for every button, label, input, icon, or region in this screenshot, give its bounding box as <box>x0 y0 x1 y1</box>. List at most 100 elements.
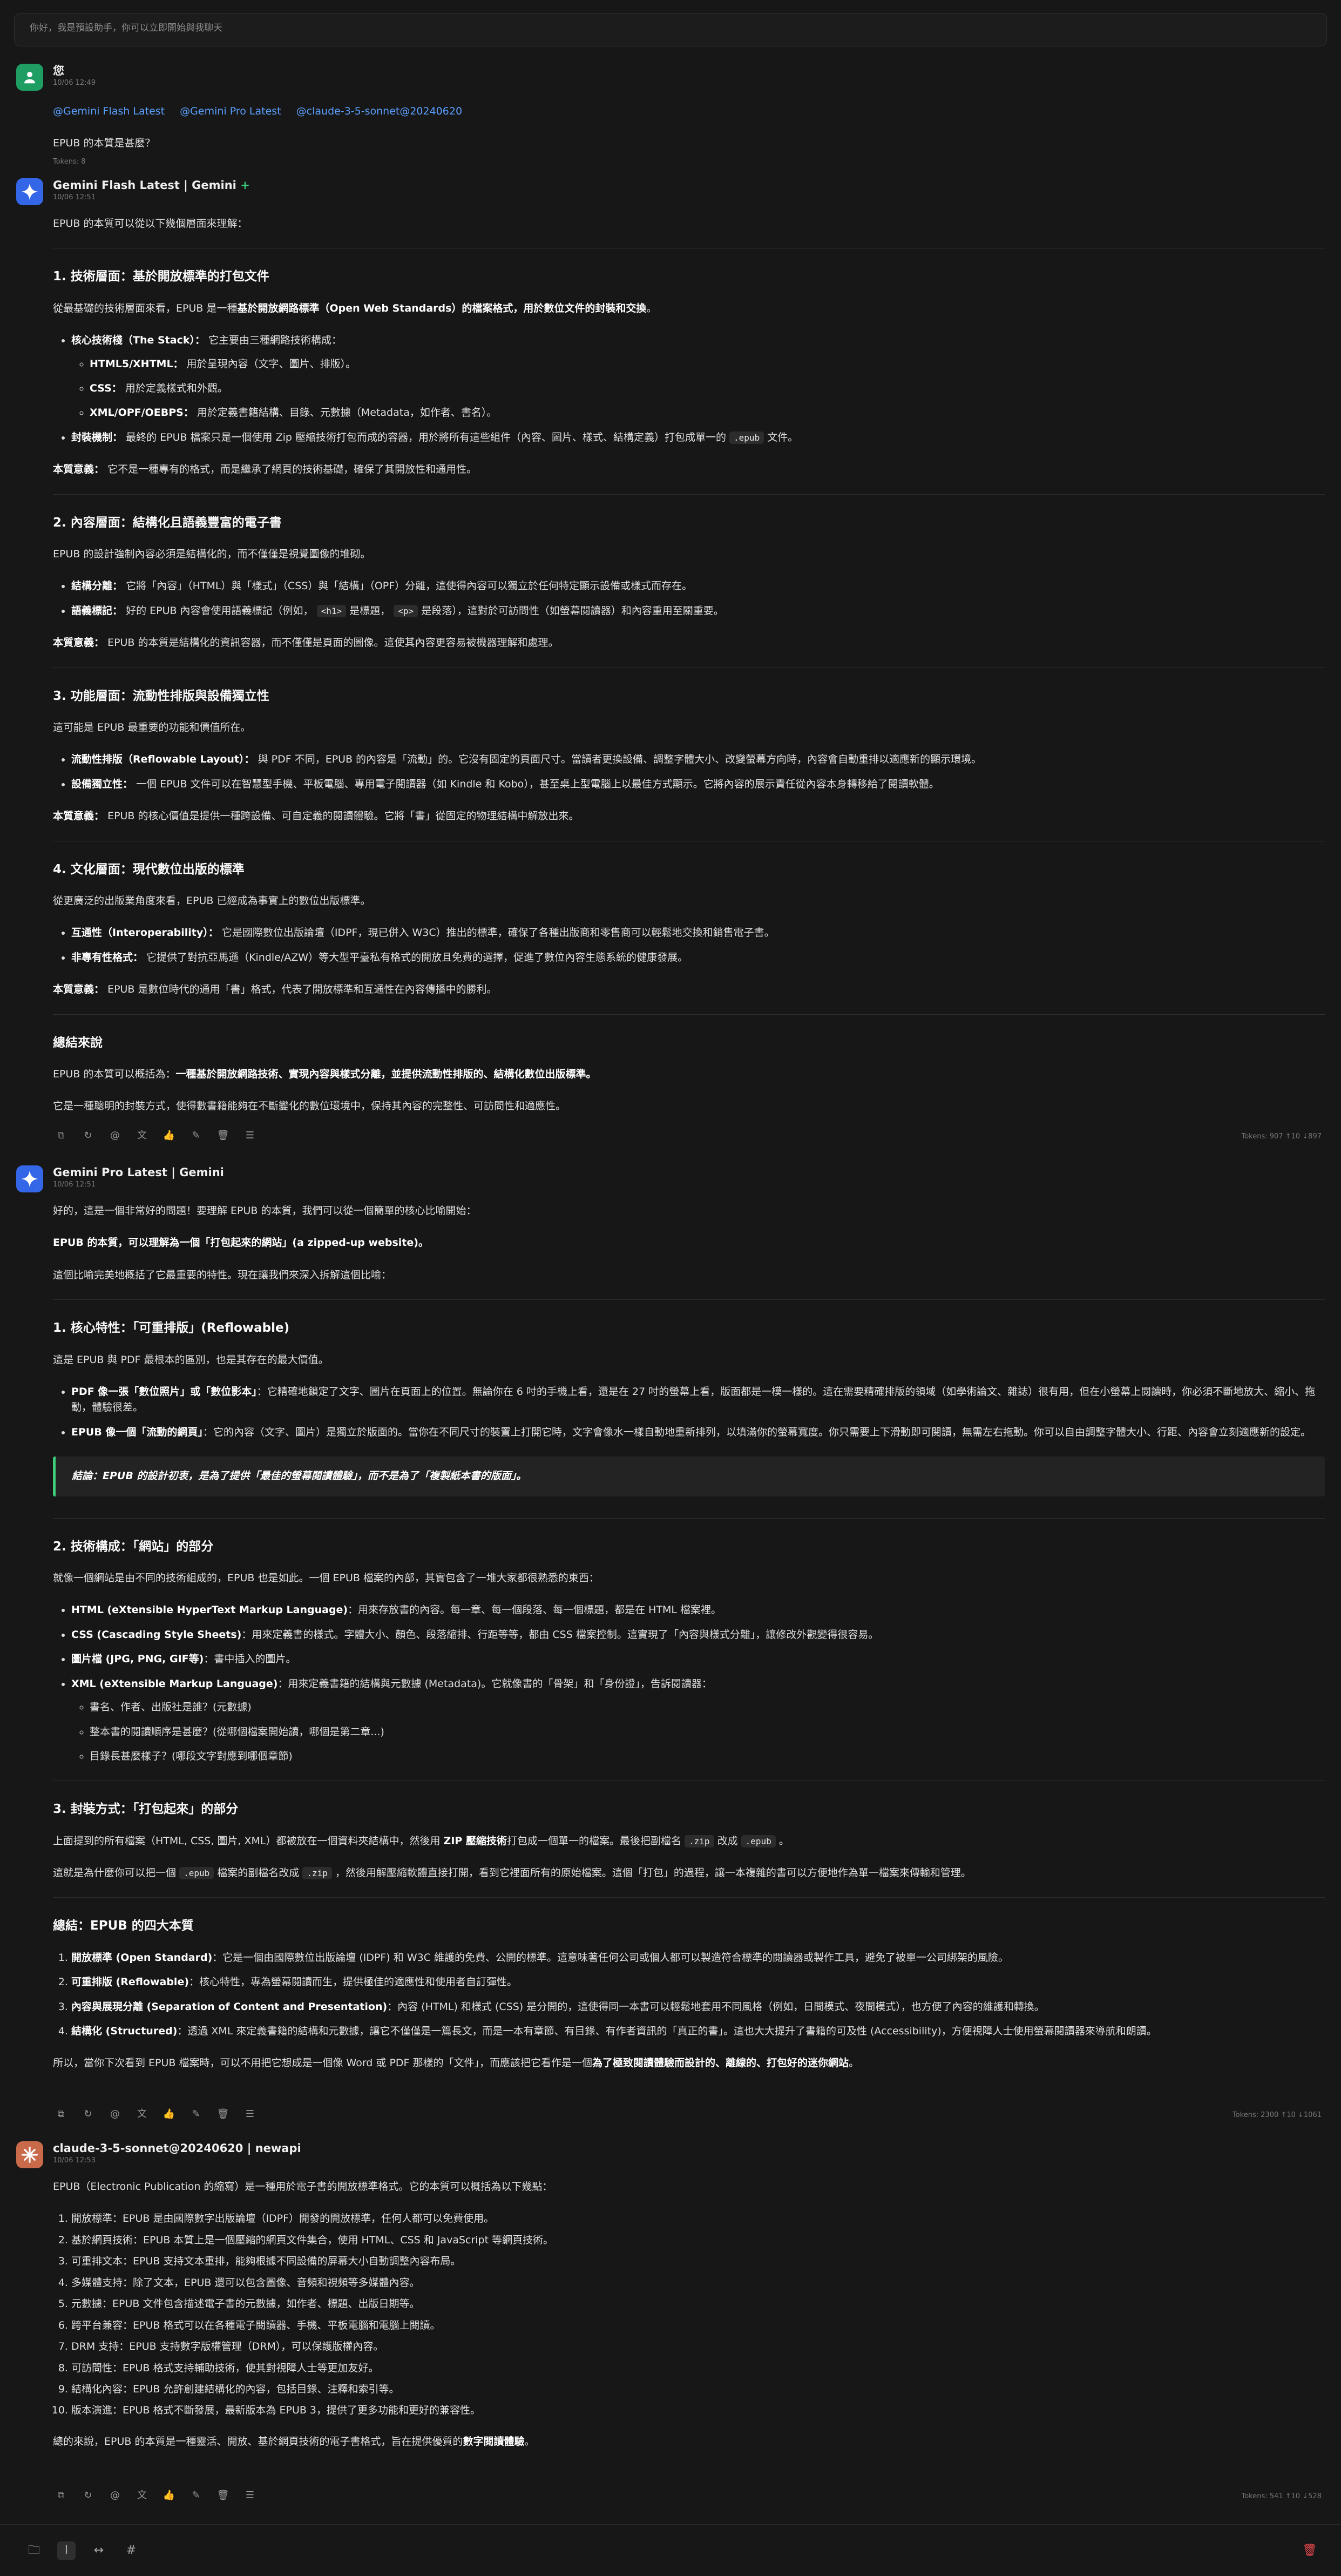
inline-code: .zip <box>685 1835 714 1847</box>
conclusion: 本質意義： EPUB 是數位時代的通用「書」格式，代表了開放標準和互通性在內容傳… <box>53 983 497 996</box>
paragraph: 總的來說，EPUB 的本質是一種靈活、開放、基於網頁技術的電子書格式，旨在提供優… <box>53 2435 535 2447</box>
token-count: Tokens: 2300 ↑10 ↓1061 <box>1232 2111 1322 2119</box>
copy-icon[interactable]: ⧉ <box>53 1128 69 1144</box>
translate-icon[interactable]: 文 <box>134 2487 150 2504</box>
text-cursor-icon[interactable]: I <box>57 2541 76 2560</box>
sender-name: claude-3-5-sonnet@20240620 | newapi <box>53 2142 301 2155</box>
paragraph: EPUB 的設計強制內容必須是結構化的，而不僅僅是視覺圖像的堆砌。 <box>53 548 371 560</box>
sender-name: Gemini Pro Latest | Gemini <box>53 1166 224 1179</box>
section-heading: 1. 核心特性：「可重排版」(Reflowable) <box>53 1321 290 1336</box>
paragraph: EPUB（Electronic Publication 的縮寫）是一種用於電子書… <box>53 2181 553 2193</box>
list-item: 可訪問性：EPUB 格式支持輔助技術，使其對視障人士等更加友好。 <box>71 2361 1325 2376</box>
gemini-avatar <box>16 1165 43 1192</box>
regenerate-icon[interactable]: ↻ <box>80 2487 96 2504</box>
thumbs-up-icon[interactable]: 👍 <box>161 2106 177 2122</box>
inline-code: .epub <box>729 431 764 444</box>
list-item: XML (eXtensible Markup Language)：用來定義書籍的… <box>71 1676 1325 1765</box>
mention-claude[interactable]: @claude-3-5-sonnet@20240620 <box>296 105 462 117</box>
section-heading: 4. 文化層面：現代數位出版的標準 <box>53 862 245 876</box>
bullet-list: HTML (eXtensible HyperText Markup Langua… <box>71 1602 1325 1764</box>
thumbs-up-icon[interactable]: 👍 <box>161 2487 177 2504</box>
pro-action-bar: ⧉ ↻ @ 文 👍 ✎ 🗑 ☰ <box>53 2106 258 2122</box>
conclusion: 本質意義： EPUB 的核心價值是提供一種跨設備、可自定義的閱讀體驗。它將「書」… <box>53 810 579 822</box>
intro-text: EPUB 的本質可以從以下幾個層面來理解： <box>53 218 248 230</box>
timestamp: 10/06 12:51 <box>53 1181 96 1189</box>
paragraph: 這就是為什麼你可以把一個 .epub 檔案的副檔名改成 .zip ，然後用解壓縮… <box>53 1867 971 1879</box>
inline-code: .zip <box>302 1867 332 1879</box>
list-item: 圖片檔 (JPG, PNG, GIF等)：書中插入的圖片。 <box>71 1651 1325 1667</box>
bullet-list: 互通性（Interoperability）： 它是國際數位出版論壇（IDPF，現… <box>71 925 1325 966</box>
list-item: HTML (eXtensible HyperText Markup Langua… <box>71 1602 1325 1618</box>
copy-icon[interactable]: ⧉ <box>53 2106 69 2122</box>
more-menu-icon[interactable]: ☰ <box>242 2487 258 2504</box>
bullet-list: PDF 像一張「數位照片」或「數位影本」：它精確地鎖定了文字、圖片在頁面上的位置… <box>71 1384 1325 1440</box>
list-item: 結構化內容：EPUB 允許創建結構化的內容，包括目錄、注釋和索引等。 <box>71 2382 1325 2397</box>
mention-pro[interactable]: @Gemini Pro Latest <box>180 105 281 117</box>
more-menu-icon[interactable]: ☰ <box>242 2106 258 2122</box>
mention-icon[interactable]: @ <box>107 2487 123 2504</box>
translate-icon[interactable]: 文 <box>134 2106 150 2122</box>
section-heading: 2. 內容層面：結構化且語義豐富的電子書 <box>53 515 282 530</box>
translate-icon[interactable]: 文 <box>134 1128 150 1144</box>
plus-icon: + <box>240 179 250 192</box>
hash-icon[interactable]: # <box>122 2541 140 2560</box>
list-item: 版本演進：EPUB 格式不斷發展，最新版本為 EPUB 3，提供了更多功能和更好… <box>71 2403 1325 2418</box>
list-item: 多媒體支持：除了文本，EPUB 還可以包含圖像、音頻和視頻等多媒體內容。 <box>71 2275 1325 2291</box>
paragraph: 好的，這是一個非常好的問題！要理解 EPUB 的本質，我們可以從一個簡單的核心比… <box>53 1205 477 1217</box>
bullet-list: 流動性排版（Reflowable Layout）： 與 PDF 不同，EPUB … <box>71 752 1325 792</box>
list-item: 整本書的閱讀順序是甚麼？(從哪個檔案開始讀，哪個是第二章...) <box>90 1724 1325 1740</box>
bullet-list: 核心技術棧（The Stack）： 它主要由三種網路技術構成： HTML5/XH… <box>71 333 1325 446</box>
bullet-list: 結構分離： 它將「內容」（HTML）與「樣式」（CSS）與「結構」（OPF）分離… <box>71 578 1325 619</box>
list-item: 基於網頁技術：EPUB 本質上是一個壓縮的網頁文件集合，使用 HTML、CSS … <box>71 2233 1325 2248</box>
edit-icon[interactable]: ✎ <box>188 2487 204 2504</box>
more-menu-icon[interactable]: ☰ <box>242 1128 258 1144</box>
paragraph: 這可能是 EPUB 最重要的功能和價值所在。 <box>53 721 251 733</box>
paragraph: 從更廣泛的出版業角度來看，EPUB 已經成為事實上的數位出版標準。 <box>53 894 371 907</box>
folder-icon[interactable]: 🗀 <box>25 2541 43 2560</box>
mention-icon[interactable]: @ <box>107 2106 123 2122</box>
list-item: DRM 支持：EPUB 支持數字版權管理（DRM），可以保護版權內容。 <box>71 2339 1325 2355</box>
claude-avatar <box>16 2141 43 2168</box>
gemini-avatar <box>16 178 43 205</box>
paragraph: 從最基礎的技術層面來看，EPUB 是一種基於開放網路標準（Open Web St… <box>53 302 657 314</box>
paragraph: EPUB 的本質，可以理解為一個「打包起來的網站」(a zipped-up we… <box>53 1237 429 1249</box>
bottom-toolbar: 🗀 I ↔ # 🗑 <box>0 2524 1341 2576</box>
regenerate-icon[interactable]: ↻ <box>80 1128 96 1144</box>
chat-input-tip[interactable]: 你好，我是預設助手，你可以立即開始與我聊天 <box>14 13 1327 46</box>
blockquote: 結論：EPUB 的設計初衷，是為了提供「最佳的螢幕閱讀體驗」，而不是為了「複製紙… <box>53 1456 1325 1496</box>
regenerate-icon[interactable]: ↻ <box>80 2106 96 2122</box>
inline-code: <h1> <box>316 604 347 617</box>
divider <box>53 1299 1325 1300</box>
delete-icon[interactable]: 🗑 <box>215 1128 231 1144</box>
token-count: Tokens: 907 ↑10 ↓897 <box>1241 1132 1322 1141</box>
numbered-list: 開放標準 (Open Standard)：它是一個由國際數位出版論壇 (IDPF… <box>71 1950 1325 2040</box>
mention-flash[interactable]: @Gemini Flash Latest <box>53 105 165 117</box>
token-count: Tokens: 8 <box>53 157 86 166</box>
paragraph: EPUB 的本質可以概括為：一種基於開放網路技術、實現內容與樣式分離，並提供流動… <box>53 1068 597 1080</box>
list-item: 內容與展現分離 (Separation of Content and Prese… <box>71 1999 1325 2015</box>
edit-icon[interactable]: ✎ <box>188 1128 204 1144</box>
flash-action-bar: ⧉ ↻ @ 文 👍 ✎ 🗑 ☰ <box>53 1128 258 1144</box>
list-item: 跨平台兼容：EPUB 格式可以在各種電子閱讀器、手機、平板電腦和電腦上閱讀。 <box>71 2318 1325 2334</box>
gemini-star-icon <box>21 1170 38 1188</box>
divider <box>53 494 1325 495</box>
delete-icon[interactable]: 🗑 <box>215 2106 231 2122</box>
clear-chat-trash-icon[interactable]: 🗑 <box>1302 2541 1317 2560</box>
conclusion: 本質意義： EPUB 的本質是結構化的資訊容器，而不僅僅是頁面的圖像。這使其內容… <box>53 637 559 649</box>
edit-icon[interactable]: ✎ <box>188 2106 204 2122</box>
numbered-list: 開放標準：EPUB 是由國際數字出版論壇（IDPF）開發的開放標準，任何人都可以… <box>71 2211 1325 2418</box>
thumbs-up-icon[interactable]: 👍 <box>161 1128 177 1144</box>
paragraph: 所以，當你下次看到 EPUB 檔案時，可以不用把它想成是一個像 Word 或 P… <box>53 2057 859 2069</box>
claude-action-bar: ⧉ ↻ @ 文 👍 ✎ 🗑 ☰ <box>53 2487 258 2504</box>
copy-icon[interactable]: ⧉ <box>53 2487 69 2504</box>
list-item: 結構分離： 它將「內容」（HTML）與「樣式」（CSS）與「結構」（OPF）分離… <box>71 578 1325 594</box>
delete-icon[interactable]: 🗑 <box>215 2487 231 2504</box>
list-item: 開放標準：EPUB 是由國際數字出版論壇（IDPF）開發的開放標準，任何人都可以… <box>71 2211 1325 2227</box>
mention-icon[interactable]: @ <box>107 1128 123 1144</box>
divider <box>53 667 1325 668</box>
paragraph: 上面提到的所有檔案（HTML, CSS, 圖片, XML）都被放在一個資料夾結構… <box>53 1835 789 1847</box>
inline-code: <p> <box>394 604 418 617</box>
expand-horizontal-icon[interactable]: ↔ <box>90 2541 108 2560</box>
mention-list: @Gemini Flash Latest @Gemini Pro Latest … <box>53 104 1325 119</box>
timestamp: 10/06 12:51 <box>53 193 96 202</box>
